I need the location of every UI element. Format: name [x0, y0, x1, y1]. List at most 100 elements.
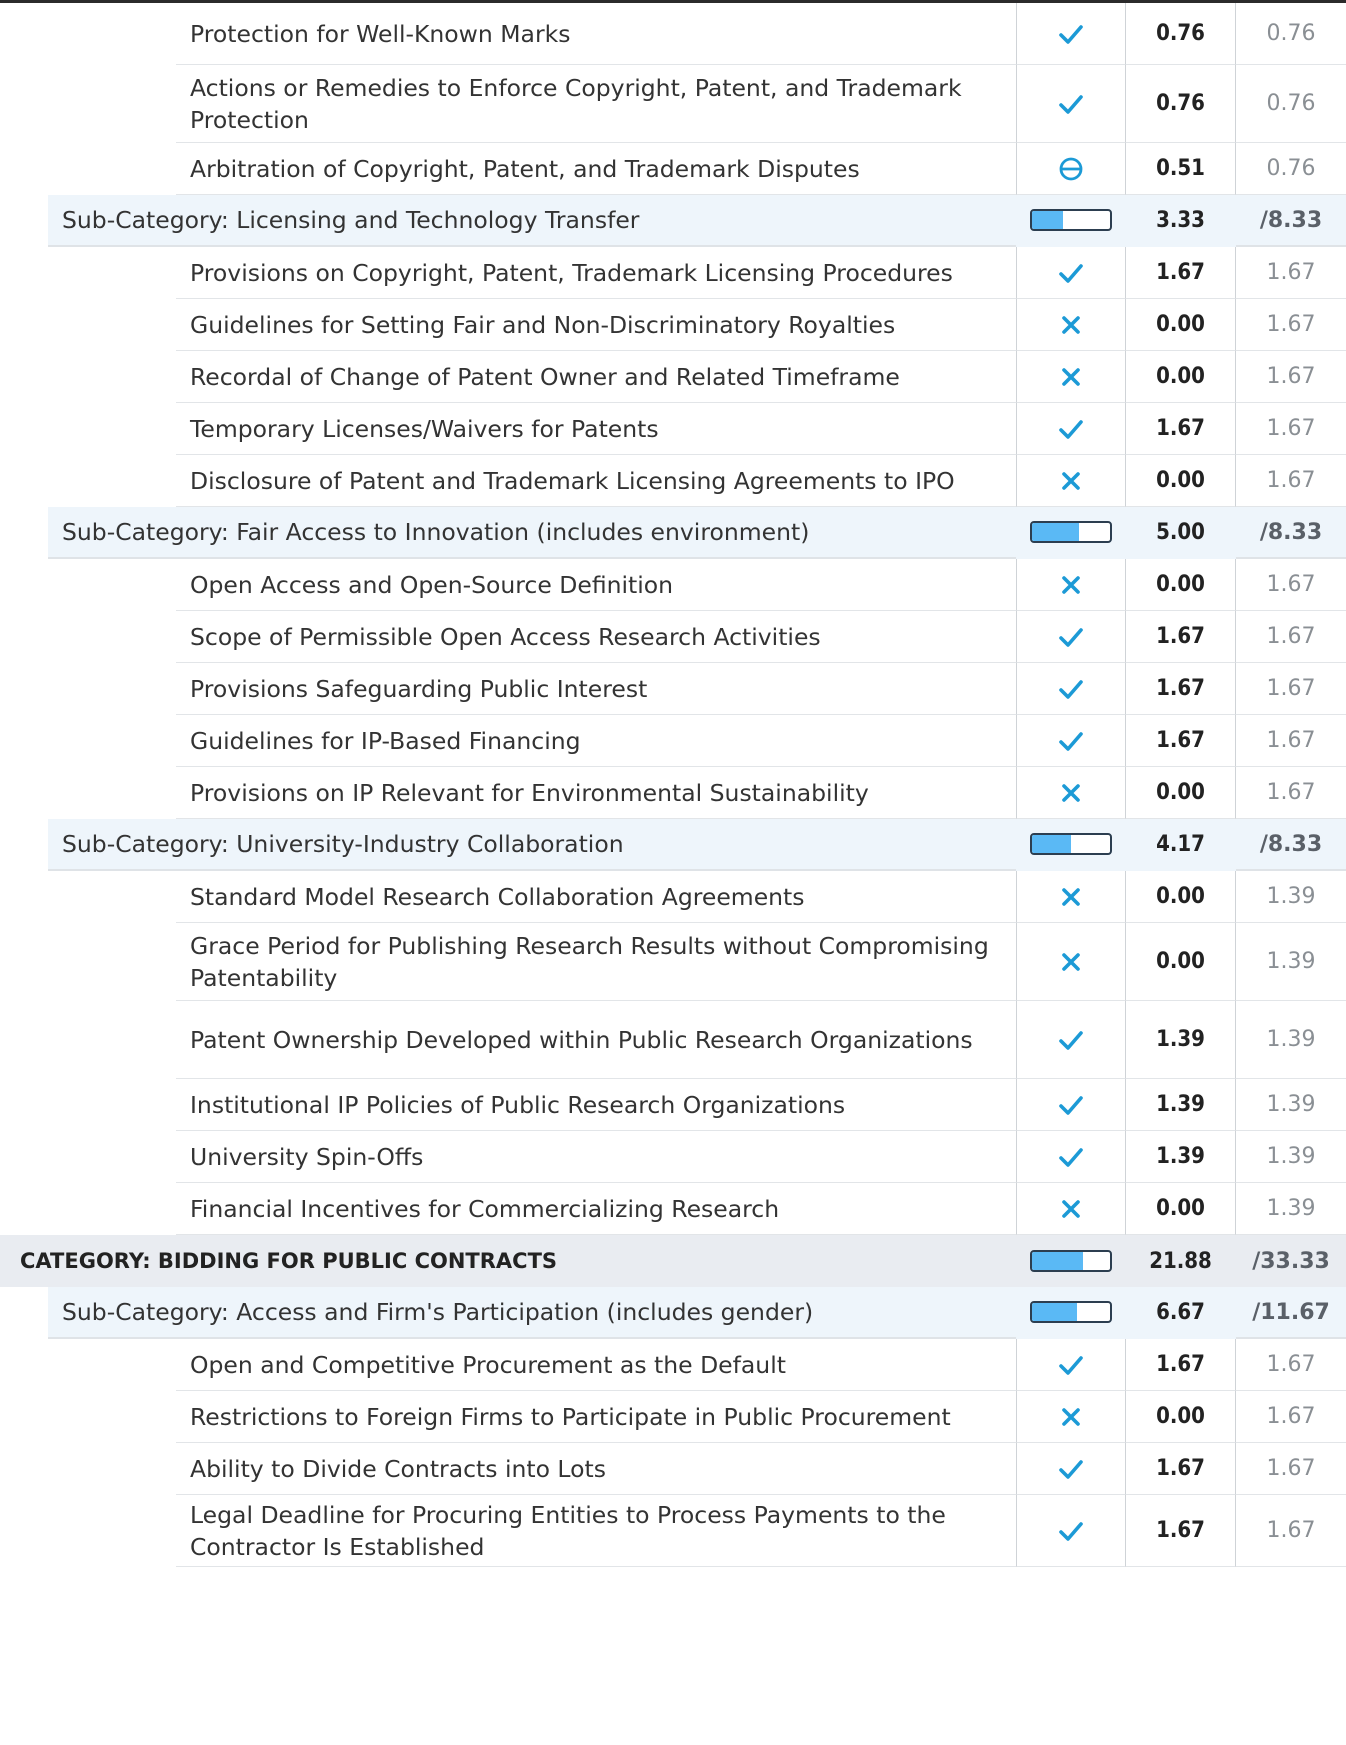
max-score-value: 1.67: [1236, 663, 1346, 715]
status-cell: [1016, 1079, 1126, 1131]
progress-bar-fill: [1032, 835, 1071, 853]
indicator-row: Provisions Safeguarding Public Interest 1…: [0, 663, 1346, 715]
partial-icon: [1059, 157, 1083, 180]
max-score-value: 1.67: [1236, 403, 1346, 455]
indicator-label: Institutional IP Policies of Public Rese…: [176, 1079, 1016, 1131]
checkmark-icon: [1059, 1147, 1083, 1167]
status-cell: [1016, 1391, 1126, 1443]
indicator-row: Provisions on Copyright, Patent, Tradema…: [0, 247, 1346, 299]
checkmark-icon: [1059, 731, 1083, 751]
score-value: 1.67: [1126, 403, 1236, 455]
max-score-value: 1.67: [1236, 455, 1346, 507]
score-table: Protection for Well-Known Marks 0.76 0.76 A…: [0, 3, 1346, 1567]
indicator-row: Guidelines for IP-Based Financing 1.67 1.6…: [0, 715, 1346, 767]
progress-cell: [1016, 195, 1126, 247]
max-score-value: 1.67: [1236, 1443, 1346, 1495]
indicator-row: Temporary Licenses/Waivers for Patents 1.…: [0, 403, 1346, 455]
progress-bar-fill: [1032, 523, 1079, 541]
score-value: 21.88: [1149, 1248, 1212, 1274]
max-score-value: 0.76: [1236, 143, 1346, 195]
indicator-row: Provisions on IP Relevant for Environmen…: [0, 767, 1346, 819]
max-score-value: 1.39: [1236, 1131, 1346, 1183]
checkmark-icon: [1059, 679, 1083, 699]
checkmark-icon: [1059, 419, 1083, 439]
status-cell: [1016, 1001, 1126, 1079]
max-score-value: /8.33: [1236, 819, 1346, 871]
score-value: 1.67: [1126, 1443, 1236, 1495]
status-cell: [1016, 663, 1126, 715]
status-cell: [1016, 403, 1126, 455]
status-cell: [1016, 1339, 1126, 1391]
status-cell: [1016, 299, 1126, 351]
score-value: 0.00: [1126, 1391, 1236, 1443]
cross-icon: [1062, 783, 1080, 802]
max-score-value: 0.76: [1236, 3, 1346, 65]
score-value: 1.67: [1126, 611, 1236, 663]
score-value: 0.00: [1126, 923, 1236, 1001]
indicator-label: Actions or Remedies to Enforce Copyright…: [176, 65, 1016, 143]
status-cell: [1016, 559, 1126, 611]
score-value: 6.67: [1126, 1287, 1236, 1339]
score-value: 0.00: [1126, 299, 1236, 351]
checkmark-icon: [1059, 1521, 1083, 1541]
max-score-value: /33.33: [1252, 1248, 1330, 1274]
status-cell: [1016, 767, 1126, 819]
progress-bar-fill: [1032, 1252, 1084, 1270]
progress-bar: [1030, 1301, 1112, 1323]
status-cell: [1016, 351, 1126, 403]
score-value: 0.00: [1126, 351, 1236, 403]
indicator-label: Provisions on IP Relevant for Environmen…: [176, 767, 1016, 819]
progress-bar-fill: [1032, 1303, 1077, 1321]
checkmark-icon: [1059, 24, 1083, 44]
score-value: 0.76: [1126, 65, 1236, 143]
checkmark-icon: [1059, 627, 1083, 647]
max-score-value: 1.39: [1236, 1183, 1346, 1235]
indicator-label: Provisions on Copyright, Patent, Tradema…: [176, 247, 1016, 299]
max-score-value: 1.67: [1236, 299, 1346, 351]
score-value: 1.39: [1126, 1001, 1236, 1079]
score-value: 1.67: [1126, 247, 1236, 299]
score-value: 0.00: [1126, 559, 1236, 611]
subcategory-row[interactable]: Sub-Category: Licensing and Technology T…: [0, 195, 1346, 247]
max-score-value: 1.67: [1236, 1495, 1346, 1567]
progress-bar-fill: [1032, 211, 1064, 229]
status-cell: [1016, 871, 1126, 923]
indicator-label: Financial Incentives for Commercializing…: [176, 1183, 1016, 1235]
status-cell: [1016, 923, 1126, 1001]
cross-icon: [1062, 367, 1080, 386]
status-cell: [1016, 1495, 1126, 1567]
indicator-row: Actions or Remedies to Enforce Copyright…: [0, 65, 1346, 143]
cross-icon: [1062, 471, 1080, 490]
indicator-label: Scope of Permissible Open Access Researc…: [176, 611, 1016, 663]
score-value: 4.17: [1126, 819, 1236, 871]
max-score-value: 1.39: [1236, 923, 1346, 1001]
subcategory-row[interactable]: Sub-Category: University-Industry Collab…: [0, 819, 1346, 871]
score-value: 0.00: [1126, 767, 1236, 819]
subcategory-row[interactable]: Sub-Category: Access and Firm's Particip…: [0, 1287, 1346, 1339]
status-cell: [1016, 65, 1126, 143]
cross-icon: [1062, 315, 1080, 334]
score-value: 0.00: [1126, 871, 1236, 923]
status-cell: [1016, 1443, 1126, 1495]
indicator-row: Standard Model Research Collaboration Ag…: [0, 871, 1346, 923]
subcategory-label: Sub-Category: Access and Firm's Particip…: [48, 1287, 1016, 1339]
indicator-label: Guidelines for IP-Based Financing: [176, 715, 1016, 767]
cross-icon: [1062, 887, 1080, 906]
checkmark-icon: [1059, 1459, 1083, 1479]
category-row[interactable]: CATEGORY: BIDDING FOR PUBLIC CONTRACTS 21…: [0, 1235, 1346, 1287]
status-cell: [1016, 3, 1126, 65]
indicator-row: University Spin-Offs 1.39 1.39: [0, 1131, 1346, 1183]
progress-cell: [1016, 507, 1126, 559]
cross-icon: [1062, 952, 1080, 971]
checkmark-icon: [1059, 1030, 1083, 1050]
indicator-label: Recordal of Change of Patent Owner and R…: [176, 351, 1016, 403]
subcategory-row[interactable]: Sub-Category: Fair Access to Innovation …: [0, 507, 1346, 559]
max-score-value: 1.67: [1236, 767, 1346, 819]
indicator-row: Institutional IP Policies of Public Rese…: [0, 1079, 1346, 1131]
score-value: 0.51: [1126, 143, 1236, 195]
progress-bar: [1030, 521, 1112, 543]
indicator-row: Open and Competitive Procurement as the …: [0, 1339, 1346, 1391]
indicator-row: Ability to Divide Contracts into Lots 1.6…: [0, 1443, 1346, 1495]
status-cell: [1016, 1183, 1126, 1235]
status-cell: [1016, 247, 1126, 299]
